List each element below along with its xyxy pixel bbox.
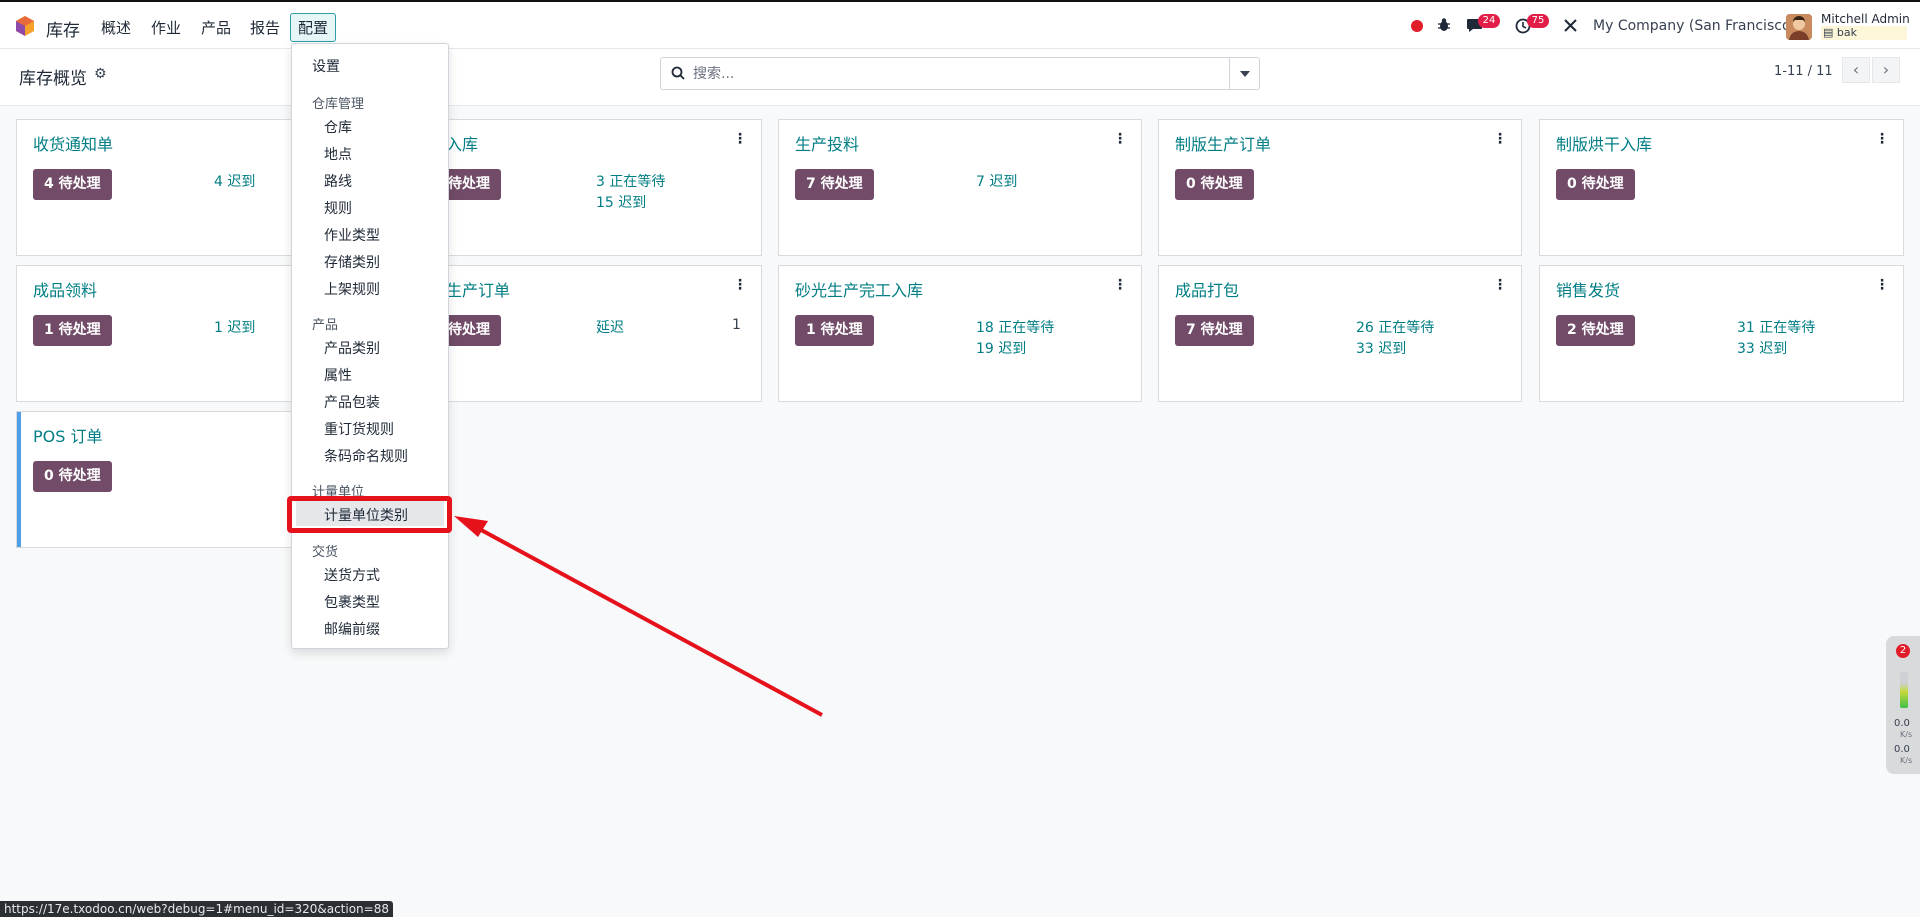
- status-bar-url: https://17e.txodoo.cn/web?debug=1#menu_i…: [0, 901, 393, 917]
- upload-speed: 0.0: [1894, 718, 1910, 729]
- upload-unit: K/s: [1900, 730, 1913, 739]
- annotation-arrow-icon: [454, 516, 823, 717]
- network-speed-widget[interactable]: 2 0.0 K/s 0.0 K/s: [1886, 636, 1920, 774]
- widget-badge: 2: [1896, 644, 1910, 658]
- download-unit: K/s: [1900, 756, 1913, 765]
- download-speed: 0.0: [1894, 744, 1910, 755]
- widget-level-bar: [1900, 672, 1908, 708]
